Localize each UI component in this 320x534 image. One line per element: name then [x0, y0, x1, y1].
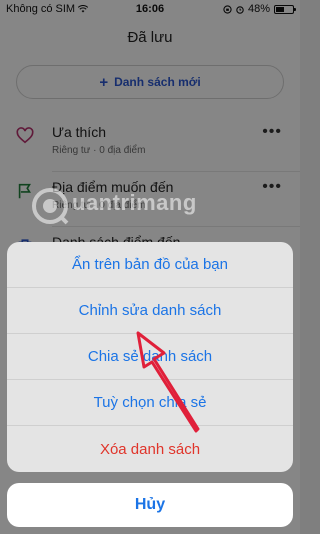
hide-on-map-button[interactable]: Ẩn trên bản đồ của bạn [7, 242, 293, 288]
watermark-logo [32, 188, 69, 225]
annotation-arrow-icon [136, 331, 200, 433]
cancel-button[interactable]: Hủy [7, 483, 293, 527]
watermark: uantrimang [30, 186, 270, 226]
watermark-text: uantrimang [72, 190, 197, 215]
